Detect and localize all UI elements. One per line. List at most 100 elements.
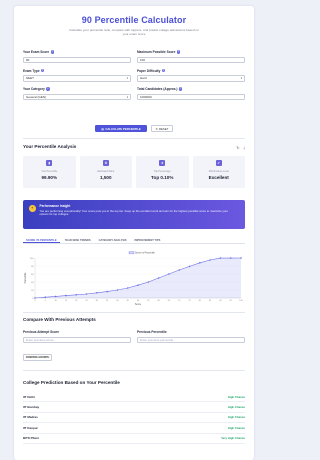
info-icon[interactable]: i bbox=[50, 50, 55, 54]
chart-icon: ▮ bbox=[46, 160, 53, 166]
x-tick-label: 100 bbox=[239, 300, 243, 302]
list-item: BITS Pilani Very High Chance bbox=[23, 434, 245, 444]
compare-form: Previous Attempt Score Enter previous sc… bbox=[23, 330, 245, 344]
chart-svg: 0204060801000 5 10 15 20 25 30 35 40 45 50 55 60 65 70… bbox=[24, 251, 244, 306]
max-score-input[interactable]: 100 bbox=[137, 56, 245, 64]
analysis-controls: ↻ ⤓ bbox=[236, 146, 245, 150]
score-form: Your Exam Score i 90 Maximum Possible Sco… bbox=[23, 50, 245, 106]
reset-label: RESET bbox=[159, 126, 169, 131]
candidates-input[interactable]: 1000000 bbox=[137, 93, 245, 101]
exam-type-select[interactable]: NEET ▾ bbox=[23, 75, 131, 82]
lightbulb-icon: ✦ bbox=[29, 205, 36, 212]
x-tick-label: 35 bbox=[106, 300, 109, 302]
data-point bbox=[168, 273, 170, 275]
refresh-icon: ↻ bbox=[155, 126, 158, 131]
college-title: College Prediction Based on Your Percent… bbox=[23, 380, 120, 385]
x-tick-label: 65 bbox=[168, 300, 171, 302]
y-tick-label: 20 bbox=[31, 290, 34, 292]
college-name: IIT Bombay bbox=[23, 405, 40, 410]
chance-badge: High Chance bbox=[227, 415, 245, 420]
prev-percentile-label: Previous Percentile bbox=[137, 330, 167, 334]
tab-category-analysis[interactable]: CATEGORY ANALYSIS bbox=[96, 237, 130, 243]
x-tick-label: 40 bbox=[116, 300, 119, 302]
data-point bbox=[116, 289, 119, 291]
data-point bbox=[188, 265, 191, 268]
form-actions: ▦ CALCULATE PERCENTILE ↻ RESET bbox=[14, 125, 254, 132]
y-tick-label: 40 bbox=[31, 282, 34, 284]
category-select[interactable]: General (GEN) ▾ bbox=[23, 93, 131, 101]
stat-label: Estimated Rank bbox=[97, 170, 115, 173]
exam-type-label: Exam Type bbox=[23, 68, 40, 73]
page-title: 90 Percentile Calculator bbox=[81, 15, 187, 25]
chance-badge: High Chance bbox=[227, 405, 245, 410]
data-point bbox=[65, 294, 67, 297]
info-icon[interactable]: i bbox=[161, 68, 166, 73]
divider bbox=[23, 370, 245, 371]
info-icon[interactable]: i bbox=[179, 87, 183, 91]
tab-improvement-tips[interactable]: IMPROVEMENT TIPS bbox=[132, 237, 164, 243]
x-tick-label: 5 bbox=[45, 300, 47, 302]
data-point bbox=[126, 287, 129, 289]
chevron-down-icon: ▾ bbox=[126, 95, 128, 99]
data-point bbox=[147, 281, 150, 283]
tab-score-vs-percentile[interactable]: SCORE VS PERCENTILE bbox=[23, 237, 60, 243]
header: 90 Percentile Calculator Calculate your … bbox=[14, 6, 254, 36]
x-tick-label: 60 bbox=[157, 300, 160, 302]
x-tick-label: 20 bbox=[75, 300, 78, 302]
download-icon[interactable]: ⤓ bbox=[243, 146, 245, 150]
legend-label: Score vs Percentile bbox=[135, 252, 156, 255]
data-point bbox=[178, 269, 180, 271]
data-point bbox=[96, 292, 98, 294]
legend-swatch bbox=[128, 251, 135, 255]
data-point bbox=[240, 257, 242, 259]
divider bbox=[23, 138, 245, 139]
exam-score-label: Your Exam Score bbox=[23, 50, 50, 54]
series-area bbox=[35, 258, 241, 298]
page-subtitle: Calculate your percentile rank, compare … bbox=[69, 28, 199, 36]
data-point bbox=[44, 296, 47, 298]
compare-growth-button[interactable]: COMPARE GROWTH bbox=[23, 354, 52, 361]
stat-label: Top Percentage bbox=[153, 170, 171, 173]
exam-type-value: NEET bbox=[26, 76, 35, 81]
refresh-icon[interactable]: ↻ bbox=[236, 146, 239, 150]
x-tick-label: 70 bbox=[178, 300, 181, 302]
calculate-button[interactable]: ▦ CALCULATE PERCENTILE bbox=[95, 125, 147, 132]
difficulty-select[interactable]: Hard ▾ bbox=[137, 75, 245, 82]
insight-text: You are performing exceptionally! Your s… bbox=[39, 208, 228, 217]
data-point bbox=[229, 257, 232, 259]
college-name: IIT Kanpur bbox=[23, 425, 38, 430]
college-name: BITS Pilani bbox=[23, 436, 39, 441]
x-tick-label: 45 bbox=[127, 300, 130, 302]
prev-score-input[interactable]: Enter previous score bbox=[23, 336, 131, 344]
stat-card-performance: ✔ Performance Level Excellent bbox=[192, 156, 245, 188]
chance-badge: High Chance bbox=[227, 394, 245, 399]
x-tick-label: 50 bbox=[137, 300, 140, 302]
star-icon: ★ bbox=[159, 160, 166, 166]
data-point bbox=[85, 293, 88, 295]
chance-badge: High Chance bbox=[227, 425, 245, 430]
reset-button[interactable]: ↻ RESET bbox=[151, 125, 173, 132]
y-axis-label: Percentile bbox=[24, 272, 27, 283]
x-tick-label: 90 bbox=[219, 300, 222, 302]
info-icon[interactable]: i bbox=[46, 87, 50, 91]
info-icon[interactable]: i bbox=[41, 68, 45, 73]
candidates-label: Total Candidates (Approx.) bbox=[137, 87, 178, 92]
x-tick-label: 25 bbox=[85, 300, 88, 302]
calculator-card: 90 Percentile Calculator Calculate your … bbox=[14, 6, 254, 460]
college-name: IIT Delhi bbox=[23, 394, 35, 399]
info-icon[interactable]: i bbox=[176, 50, 181, 54]
category-value: General (GEN) bbox=[26, 95, 47, 100]
data-point bbox=[34, 297, 36, 299]
exam-score-input[interactable]: 90 bbox=[23, 56, 131, 64]
x-tick-label: 95 bbox=[230, 300, 233, 302]
tab-year-wise-trends[interactable]: YEAR-WISE TRENDS bbox=[62, 237, 94, 243]
stat-value: 99.90% bbox=[41, 175, 58, 180]
college-list: IIT Delhi High Chance IIT Bombay High Chan… bbox=[23, 392, 245, 444]
x-tick-label: 10 bbox=[54, 300, 57, 302]
list-item: IIT Delhi High Chance bbox=[23, 392, 245, 403]
data-point bbox=[137, 284, 139, 286]
data-point bbox=[75, 294, 77, 296]
stat-value: Excellent bbox=[208, 175, 229, 180]
x-axis-label: Score bbox=[135, 303, 142, 306]
prev-percentile-input[interactable]: Enter previous percentile bbox=[137, 336, 245, 344]
